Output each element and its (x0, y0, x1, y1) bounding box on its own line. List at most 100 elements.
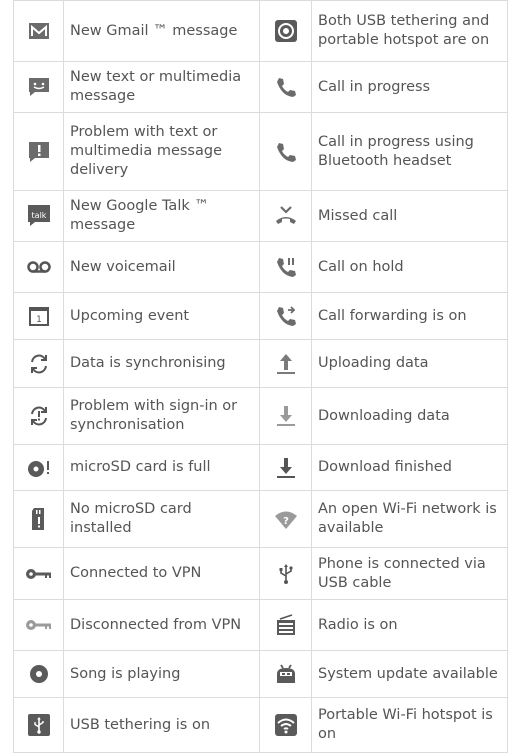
song-playing-icon (29, 665, 48, 683)
icon-description: New voicemail (63, 241, 260, 293)
call-bluetooth-icon-cell (259, 112, 312, 191)
no-sd-card-icon (31, 508, 44, 530)
table-row: New voicemail Call on hold (13, 241, 508, 293)
usb-tethering-hotspot-icon (274, 20, 297, 42)
table-row: USB tethering is on Portable Wi-Fi hotsp… (13, 697, 508, 753)
icon-description: No microSD card installed (63, 490, 260, 548)
sync-icon-cell (13, 339, 64, 388)
icon-description: Data is synchronising (63, 339, 260, 388)
table-row: 1 Upcoming event Call forwarding is on (13, 292, 508, 340)
download-finished-icon (276, 457, 295, 478)
calendar-icon-cell: 1 (13, 292, 64, 340)
table-row: talk New Google Talk ™ message Missed ca… (13, 190, 508, 242)
icon-description: Radio is on (311, 599, 508, 651)
icon-description: Call on hold (311, 241, 508, 293)
icon-description: Missed call (311, 190, 508, 242)
download-icon-cell (259, 387, 312, 445)
download-finished-icon-cell (259, 444, 312, 491)
table-row: Data is synchronising Uploading data (13, 339, 508, 388)
sd-card-full-icon-cell (13, 444, 64, 491)
icon-description: New Gmail ™ message (63, 0, 260, 62)
vpn-disconnected-icon-cell (13, 599, 64, 651)
gmail-icon-cell (13, 0, 64, 62)
voicemail-icon (26, 261, 51, 273)
table-row: Connected to VPN Phone is connected via … (13, 547, 508, 600)
table-row: No microSD card installed ? An open Wi-F… (13, 490, 508, 548)
table-row: Problem with sign-in or synchronisation … (13, 387, 508, 445)
call-on-hold-icon-cell (259, 241, 312, 293)
song-playing-icon-cell (13, 650, 64, 698)
table-row: New text or multimedia message Call in p… (13, 61, 508, 113)
open-wifi-icon: ? (274, 511, 297, 529)
icon-description: Problem with text or multimedia message … (63, 112, 260, 191)
vpn-disconnected-icon (25, 620, 51, 630)
call-in-progress-icon-cell (259, 61, 312, 113)
usb-icon-cell (259, 547, 312, 600)
icon-description: Call in progress (311, 61, 508, 113)
icon-description: Phone is connected via USB cable (311, 547, 508, 600)
system-update-icon (276, 664, 295, 683)
upload-icon (276, 353, 295, 374)
icon-description: New text or multimedia message (63, 61, 260, 113)
usb-tethering-hotspot-icon-cell (259, 0, 312, 62)
status-icon-table: New Gmail ™ message Both USB tethering a… (13, 0, 508, 753)
icon-description: Connected to VPN (63, 547, 260, 600)
icon-description: Problem with sign-in or synchronisation (63, 387, 260, 445)
table-row: New Gmail ™ message Both USB tethering a… (13, 0, 508, 62)
icon-description: Call forwarding is on (311, 292, 508, 340)
icon-description: Downloading data (311, 387, 508, 445)
sync-problem-icon (30, 406, 47, 426)
missed-call-icon (275, 206, 296, 224)
icon-description: An open Wi-Fi network is available (311, 490, 508, 548)
radio-icon (276, 614, 295, 635)
svg-text:talk: talk (31, 211, 46, 220)
wifi-hotspot-icon (274, 714, 297, 736)
message-problem-icon (28, 141, 49, 162)
no-sd-card-icon-cell (13, 490, 64, 548)
svg-text:?: ? (283, 516, 289, 527)
system-update-icon-cell (259, 650, 312, 698)
download-icon (276, 406, 295, 426)
sync-problem-icon-cell (13, 387, 64, 445)
upload-icon-cell (259, 339, 312, 388)
icon-description: Download finished (311, 444, 508, 491)
voicemail-icon-cell (13, 241, 64, 293)
radio-icon-cell (259, 599, 312, 651)
open-wifi-icon-cell: ? (259, 490, 312, 548)
message-problem-icon-cell (13, 112, 64, 191)
icon-description: New Google Talk ™ message (63, 190, 260, 242)
sync-icon (30, 354, 47, 373)
icon-description: Both USB tethering and portable hotspot … (311, 0, 508, 62)
google-talk-icon-cell: talk (13, 190, 64, 242)
icon-description: microSD card is full (63, 444, 260, 491)
icon-description: Portable Wi-Fi hotspot is on (311, 697, 508, 753)
gmail-icon (28, 23, 49, 39)
icon-description: Uploading data (311, 339, 508, 388)
svg-text:1: 1 (36, 315, 42, 325)
usb-icon (279, 563, 293, 584)
usb-tethering-icon (27, 714, 50, 736)
icon-description: USB tethering is on (63, 697, 260, 753)
text-message-icon (28, 78, 49, 96)
icon-description: Call in progress using Bluetooth headset (311, 112, 508, 191)
sd-card-full-icon (27, 460, 49, 477)
text-message-icon-cell (13, 61, 64, 113)
table-row: Disconnected from VPN Radio is on (13, 599, 508, 651)
vpn-connected-icon-cell (13, 547, 64, 600)
icon-description: System update available (311, 650, 508, 698)
missed-call-icon-cell (259, 190, 312, 242)
call-in-progress-icon (276, 78, 296, 97)
calendar-icon: 1 (28, 307, 49, 326)
call-on-hold-icon (276, 258, 296, 277)
call-bluetooth-icon (276, 142, 296, 162)
google-talk-icon: talk (27, 205, 50, 226)
call-forwarding-icon-cell (259, 292, 312, 340)
icon-description: Disconnected from VPN (63, 599, 260, 651)
wifi-hotspot-icon-cell (259, 697, 312, 753)
icon-description: Song is playing (63, 650, 260, 698)
vpn-connected-icon (25, 568, 51, 579)
table-row: Song is playing System update available (13, 650, 508, 698)
table-row: Problem with text or multimedia message … (13, 112, 508, 191)
table-row: microSD card is full Download finished (13, 444, 508, 491)
icon-description: Upcoming event (63, 292, 260, 340)
